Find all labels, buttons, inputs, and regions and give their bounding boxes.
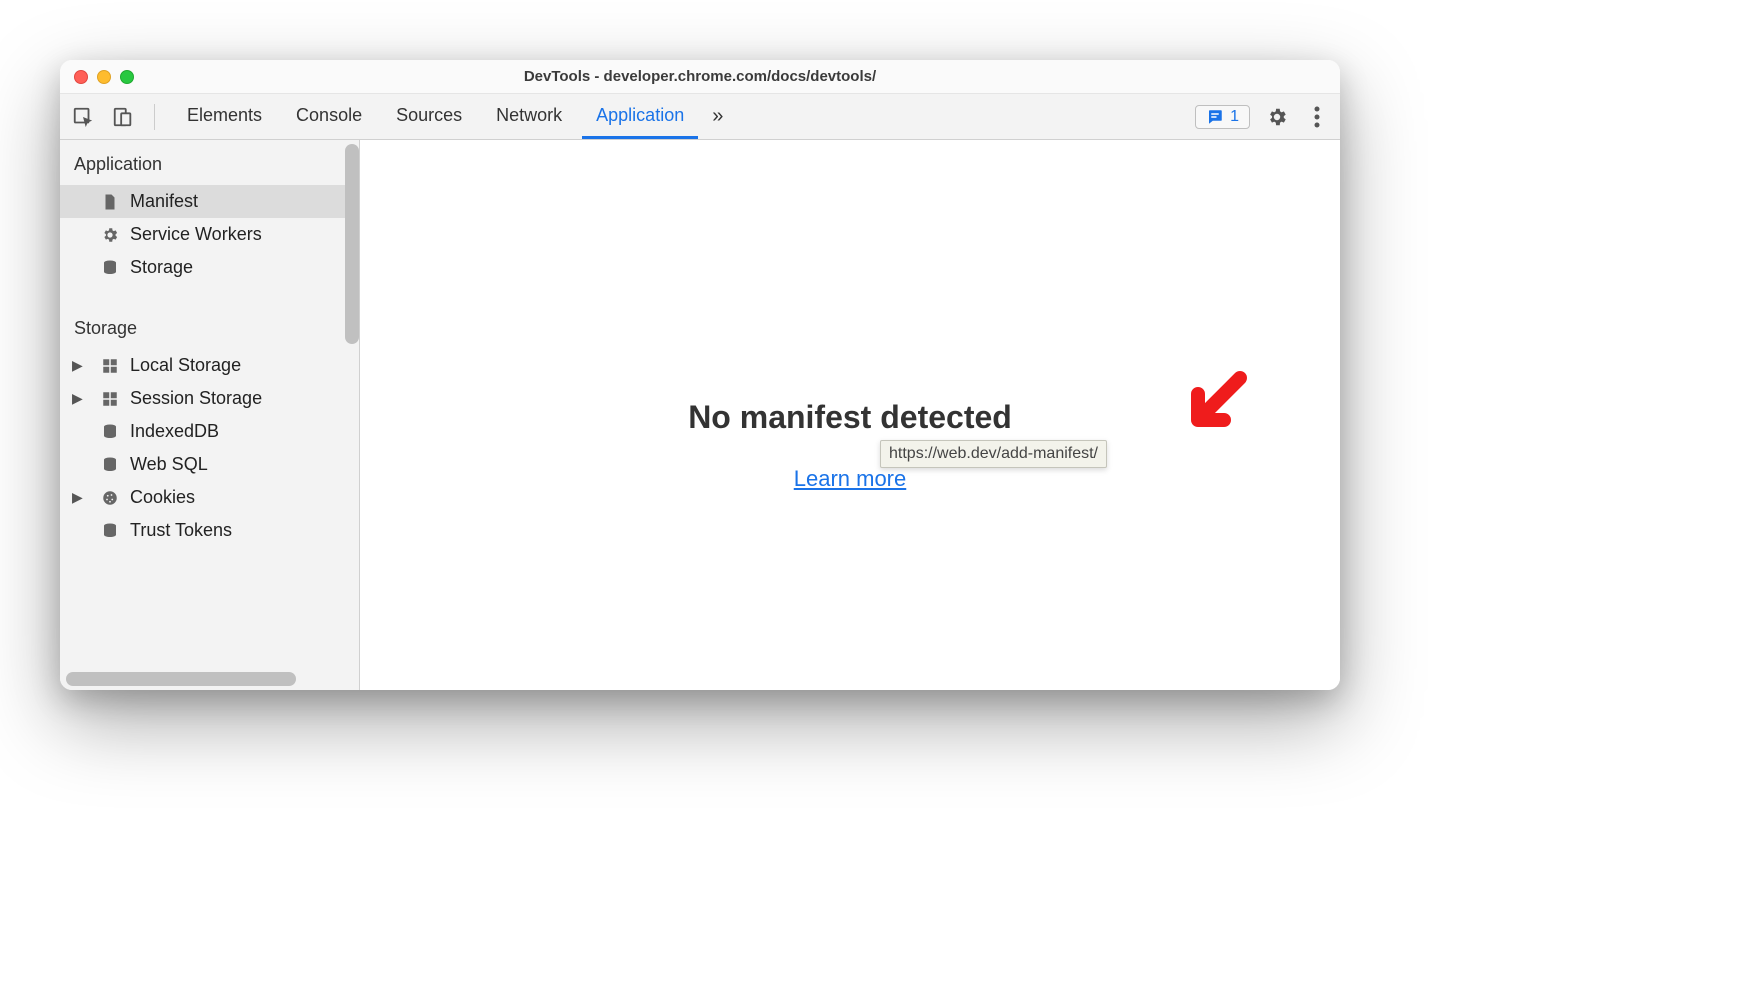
sidebar-item-local-storage[interactable]: ▶ Local Storage xyxy=(60,349,359,382)
device-toggle-icon[interactable] xyxy=(110,104,136,130)
sidebar-item-storage[interactable]: Storage xyxy=(60,251,359,284)
sidebar-item-session-storage[interactable]: ▶ Session Storage xyxy=(60,382,359,415)
database-icon xyxy=(100,521,120,541)
window-title: DevTools - developer.chrome.com/docs/dev… xyxy=(60,68,1340,85)
grid-icon xyxy=(100,356,120,376)
inspect-element-icon[interactable] xyxy=(70,104,96,130)
database-icon xyxy=(100,455,120,475)
sidebar-scrollbar-horizontal[interactable] xyxy=(66,672,296,686)
chevron-right-icon: ▶ xyxy=(72,357,83,374)
tab-console[interactable]: Console xyxy=(282,94,376,139)
learn-more-link[interactable]: Learn more xyxy=(794,466,907,492)
sidebar-item-label: Trust Tokens xyxy=(130,520,232,541)
chevron-right-icon: ▶ xyxy=(72,489,83,506)
toolbar-right-controls: 1 xyxy=(1195,104,1330,130)
titlebar: DevTools - developer.chrome.com/docs/dev… xyxy=(60,60,1340,94)
sidebar-item-label: Session Storage xyxy=(130,388,262,409)
main-panel: No manifest detected Learn more https://… xyxy=(360,140,1340,690)
link-tooltip: https://web.dev/add-manifest/ xyxy=(880,440,1107,468)
empty-state-title: No manifest detected xyxy=(688,399,1012,436)
database-icon xyxy=(100,422,120,442)
chevron-right-icon: ▶ xyxy=(72,390,83,407)
tab-sources[interactable]: Sources xyxy=(382,94,476,139)
sidebar-item-label: Cookies xyxy=(130,487,195,508)
settings-gear-icon[interactable] xyxy=(1264,104,1290,130)
issues-count: 1 xyxy=(1230,108,1239,126)
devtools-window: DevTools - developer.chrome.com/docs/dev… xyxy=(60,60,1340,690)
sidebar-item-label: Storage xyxy=(130,257,193,278)
cookie-icon xyxy=(100,488,120,508)
annotation-arrow-icon xyxy=(1180,370,1250,445)
sidebar-scrollbar-vertical[interactable] xyxy=(345,144,359,344)
tab-elements[interactable]: Elements xyxy=(173,94,276,139)
sidebar-item-web-sql[interactable]: Web SQL xyxy=(60,448,359,481)
panel-tabs: Elements Console Sources Network Applica… xyxy=(173,94,1181,139)
traffic-lights xyxy=(74,70,134,84)
devtools-toolbar: Elements Console Sources Network Applica… xyxy=(60,94,1340,140)
grid-icon xyxy=(100,389,120,409)
tabs-overflow-button[interactable]: » xyxy=(704,94,731,139)
section-title-application: Application xyxy=(60,140,359,185)
tab-network[interactable]: Network xyxy=(482,94,576,139)
issues-button[interactable]: 1 xyxy=(1195,105,1250,129)
minimize-window-button[interactable] xyxy=(97,70,111,84)
database-icon xyxy=(100,258,120,278)
sidebar-item-label: Local Storage xyxy=(130,355,241,376)
gear-icon xyxy=(100,225,120,245)
section-title-storage: Storage xyxy=(60,304,359,349)
sidebar-item-service-workers[interactable]: Service Workers xyxy=(60,218,359,251)
file-icon xyxy=(100,192,120,212)
toolbar-divider xyxy=(154,104,155,130)
sidebar-item-trust-tokens[interactable]: Trust Tokens xyxy=(60,514,359,547)
maximize-window-button[interactable] xyxy=(120,70,134,84)
sidebar-item-cookies[interactable]: ▶ Cookies xyxy=(60,481,359,514)
sidebar-item-label: Web SQL xyxy=(130,454,208,475)
close-window-button[interactable] xyxy=(74,70,88,84)
sidebar-item-label: Manifest xyxy=(130,191,198,212)
sidebar-item-indexeddb[interactable]: IndexedDB xyxy=(60,415,359,448)
sidebar-item-manifest[interactable]: Manifest xyxy=(60,185,359,218)
sidebar-item-label: IndexedDB xyxy=(130,421,219,442)
content-area: Application Manifest Service Workers Sto… xyxy=(60,140,1340,690)
chat-icon xyxy=(1206,108,1224,126)
tab-application[interactable]: Application xyxy=(582,94,698,139)
more-menu-icon[interactable] xyxy=(1304,104,1330,130)
sidebar-item-label: Service Workers xyxy=(130,224,262,245)
application-sidebar: Application Manifest Service Workers Sto… xyxy=(60,140,360,690)
